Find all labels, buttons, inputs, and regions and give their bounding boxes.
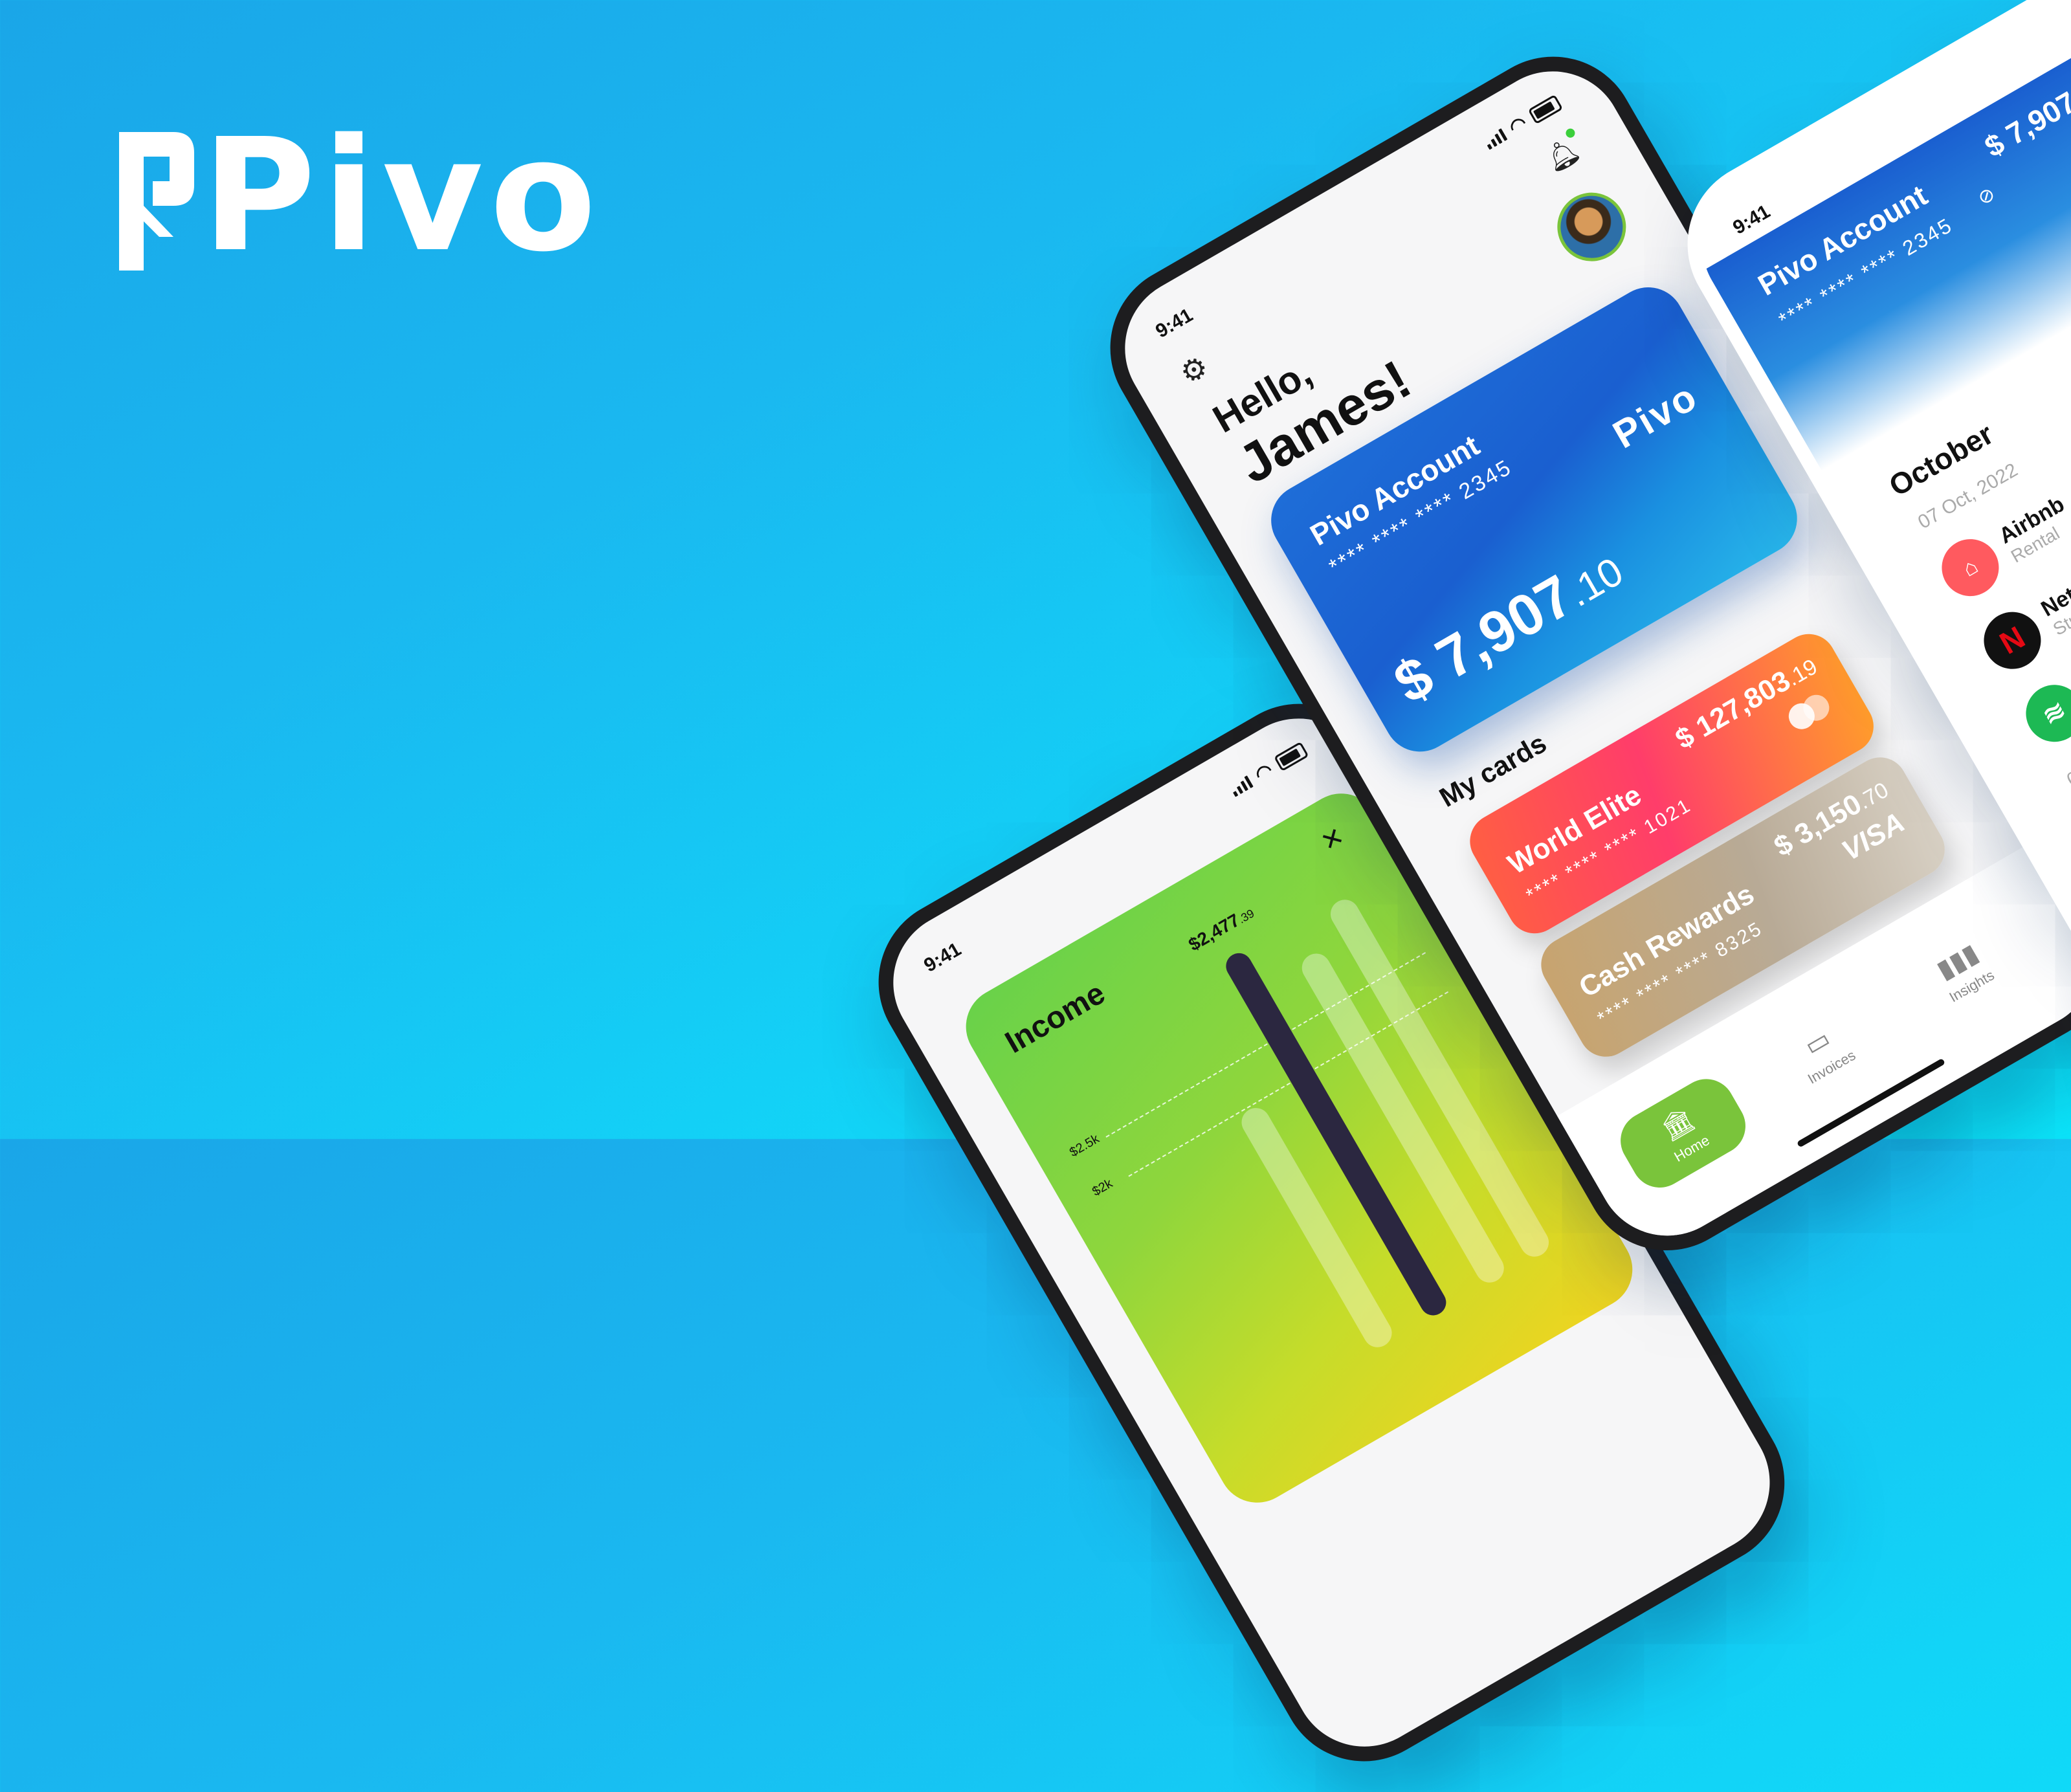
wifi-icon: ◠ bbox=[1251, 758, 1277, 786]
signal-icon bbox=[1483, 127, 1508, 150]
date-label: 06 O bbox=[2063, 751, 2071, 791]
battery-icon bbox=[1274, 741, 1309, 772]
airbnb-icon: ⌂ bbox=[1931, 528, 2010, 607]
account-balance: $ 7,907.10 bbox=[1383, 549, 1631, 716]
spotify-icon: ≋ bbox=[2015, 674, 2071, 753]
wifi-icon: ◠ bbox=[1505, 111, 1531, 139]
axis-label: $2k bbox=[1089, 1176, 1115, 1199]
battery-icon bbox=[1527, 94, 1564, 125]
avatar[interactable] bbox=[1544, 180, 1639, 274]
gear-icon[interactable]: ⚙ bbox=[1174, 348, 1215, 392]
tab-invoices[interactable]: ▭ Invoices bbox=[1768, 1006, 1878, 1099]
bell-icon[interactable]: 🔔︎ bbox=[1540, 133, 1586, 177]
status-bar: 9:41 ◠ bbox=[1151, 91, 1566, 345]
netflix-icon: N bbox=[1973, 601, 2052, 680]
eye-off-icon[interactable]: ⊘ bbox=[1974, 183, 1999, 210]
status-time: 9:41 bbox=[920, 938, 965, 977]
tab-insights[interactable]: ▮▮▮ Insights bbox=[1908, 925, 2018, 1018]
card-logo: Pivo bbox=[1606, 374, 1705, 457]
income-title: Income bbox=[999, 976, 1111, 1061]
transaction-spotify[interactable]: ≋ St bbox=[2015, 657, 2071, 753]
mastercard-icon bbox=[1784, 689, 1837, 735]
chart-bar[interactable] bbox=[1236, 1103, 1397, 1353]
signal-icon bbox=[1228, 775, 1254, 797]
status-time: 9:41 bbox=[1152, 304, 1197, 342]
chart-peak-value: $2,477.39 bbox=[1185, 907, 1257, 955]
tab-home[interactable]: 🏛︎ Home bbox=[1610, 1068, 1756, 1199]
close-icon[interactable]: ✕ bbox=[1316, 821, 1349, 858]
axis-label: $2.5k bbox=[1067, 1131, 1102, 1160]
